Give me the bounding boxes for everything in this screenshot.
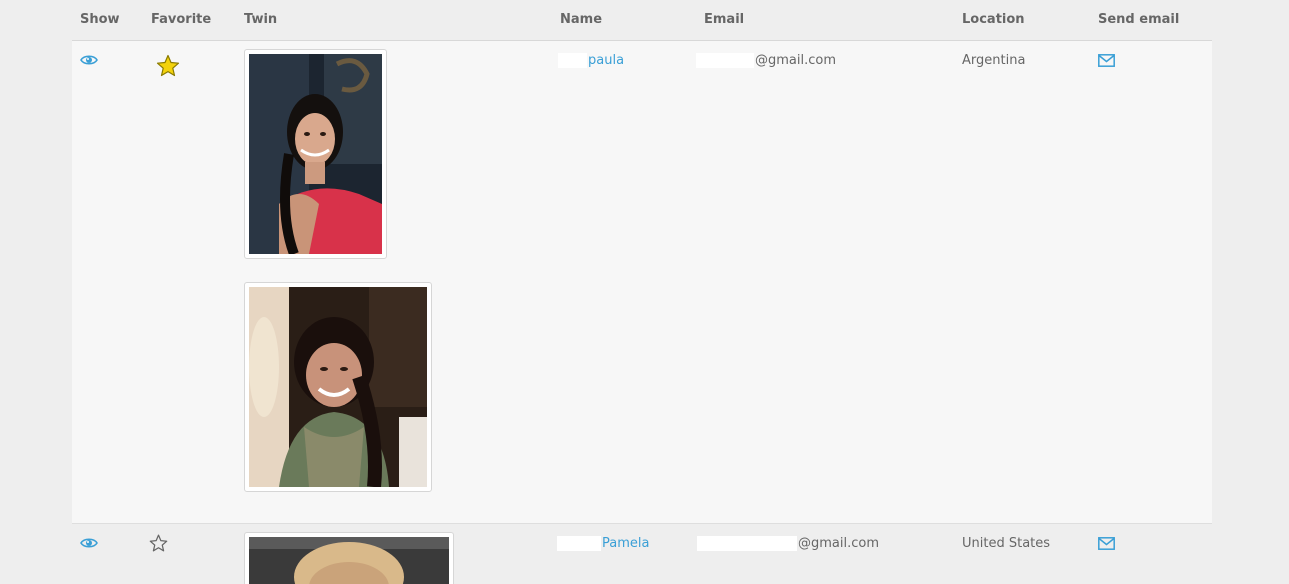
- name-cell[interactable]: Pamela: [557, 536, 649, 551]
- twins-table: Show Favorite Twin Name Email Location S…: [0, 0, 1289, 584]
- table-header: Show Favorite Twin Name Email Location S…: [72, 0, 1212, 41]
- header-show: Show: [80, 12, 120, 27]
- header-twin: Twin: [244, 12, 278, 27]
- name-cell[interactable]: paula: [558, 53, 624, 68]
- email-domain: @gmail.com: [755, 53, 837, 68]
- table-row: paula @gmail.com Argentina: [72, 41, 1212, 524]
- redacted-block: [558, 53, 587, 68]
- star-filled-icon[interactable]: [156, 54, 180, 77]
- email-domain: @gmail.com: [798, 536, 880, 551]
- table-row: Pamela @gmail.com United States: [72, 524, 1212, 584]
- location-cell: Argentina: [962, 53, 1026, 68]
- redacted-block: [696, 53, 754, 68]
- name-link[interactable]: Pamela: [602, 536, 649, 551]
- star-outline-icon[interactable]: [149, 534, 168, 552]
- redacted-block: [697, 536, 797, 551]
- envelope-icon[interactable]: [1098, 54, 1115, 67]
- twin-photo[interactable]: [244, 532, 454, 584]
- twin-photo-image: [249, 287, 427, 487]
- name-link[interactable]: paula: [588, 53, 624, 68]
- twin-photo-image: [249, 54, 382, 254]
- location-cell: United States: [962, 536, 1051, 551]
- redacted-block: [557, 536, 601, 551]
- twin-photo-image: [249, 537, 449, 584]
- header-favorite: Favorite: [151, 12, 212, 27]
- eye-icon[interactable]: [80, 54, 98, 66]
- eye-icon[interactable]: [80, 537, 98, 549]
- email-cell: @gmail.com: [696, 53, 836, 68]
- header-name: Name: [560, 12, 603, 27]
- header-location: Location: [962, 12, 1025, 27]
- twin-photo[interactable]: [244, 282, 432, 492]
- email-cell: @gmail.com: [697, 536, 879, 551]
- envelope-icon[interactable]: [1098, 537, 1115, 550]
- twin-photo[interactable]: [244, 49, 387, 259]
- header-email: Email: [704, 12, 745, 27]
- header-send-email: Send email: [1098, 12, 1180, 27]
